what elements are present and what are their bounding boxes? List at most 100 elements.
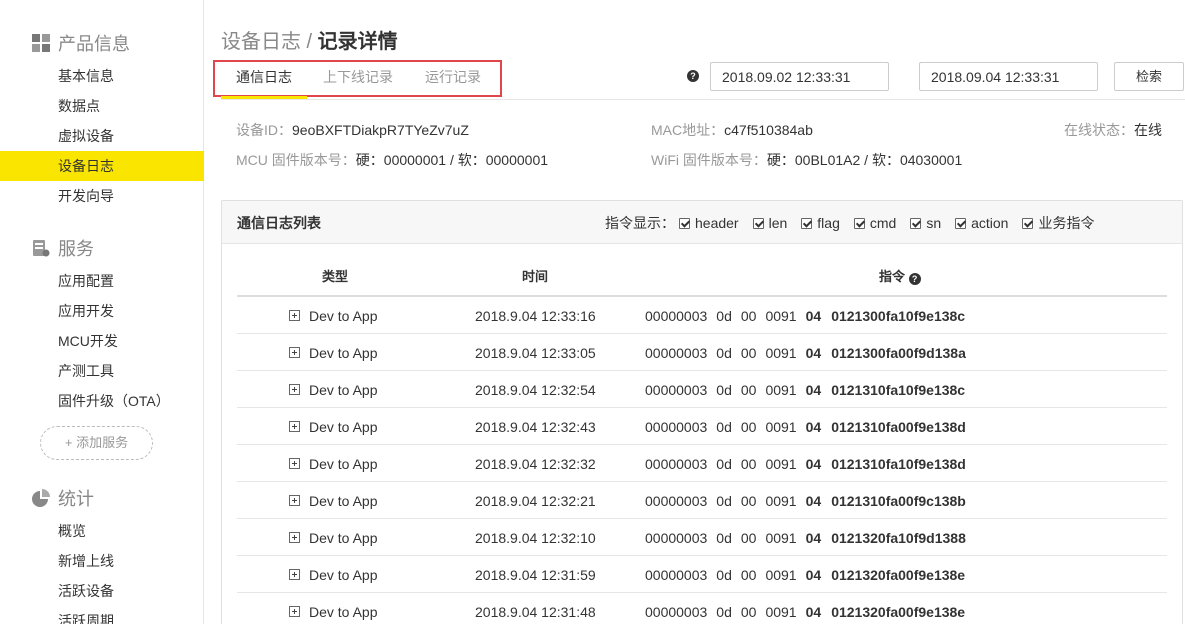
sidebar-item-datapoints[interactable]: 数据点: [0, 91, 204, 121]
page-title: 设备日志 / 记录详情: [221, 28, 398, 56]
expand-icon[interactable]: [289, 569, 300, 580]
sidebar-section-service: 服务: [32, 236, 94, 260]
table-row: Dev to App 2018.9.04 12:31:48 00000003 0d 00…: [237, 593, 1167, 624]
filter-option-label: len: [768, 215, 788, 231]
row-type: Dev to App: [309, 530, 378, 546]
row-command: 00000003 0d 00 0091 04 0121300fa10f9e138c: [645, 307, 975, 325]
cmd-len: 0d: [716, 567, 732, 583]
cmd-code: 0091: [765, 530, 797, 546]
expand-icon[interactable]: [289, 495, 300, 506]
row-command: 00000003 0d 00 0091 04 0121310fa10f9e138c: [645, 381, 975, 399]
mac-address: MAC地址：c47f510384ab: [651, 120, 813, 140]
column-header-type: 类型: [322, 269, 349, 284]
filter-action-checkbox[interactable]: action: [955, 215, 1008, 231]
filter-cmd-checkbox[interactable]: cmd: [853, 215, 896, 231]
sidebar-item-active-cycle[interactable]: 活跃周期: [0, 606, 204, 624]
table-row: Dev to App 2018.9.04 12:32:21 00000003 0d 00…: [237, 482, 1167, 519]
sidebar-item-device-log[interactable]: 设备日志: [0, 151, 204, 181]
row-time: 2018.9.04 12:32:43: [475, 419, 596, 435]
expand-icon[interactable]: [289, 347, 300, 358]
cmd-action: 04: [805, 382, 822, 398]
cmd-action: 04: [805, 567, 822, 583]
row-command: 00000003 0d 00 0091 04 0121320fa10f9d1388: [645, 529, 976, 547]
cmd-header: 00000003: [645, 530, 708, 546]
grid-icon: [32, 34, 50, 52]
tab-online-offline[interactable]: 上下线记录: [323, 67, 393, 87]
sidebar-item-active-devices[interactable]: 活跃设备: [0, 576, 204, 606]
row-time: 2018.9.04 12:33:05: [475, 345, 596, 361]
cmd-action: 04: [805, 456, 822, 472]
cmd-header: 00000003: [645, 345, 708, 361]
sidebar-item-overview[interactable]: 概览: [0, 516, 204, 546]
sidebar-item-ota[interactable]: 固件升级（OTA）: [0, 386, 204, 416]
checkbox-checked-icon: [910, 217, 922, 229]
tab-comm-log[interactable]: 通信日志: [236, 67, 292, 87]
sidebar-item-dev-guide[interactable]: 开发向导: [0, 181, 204, 211]
sidebar-item-test-tools[interactable]: 产测工具: [0, 356, 204, 386]
cmd-payload: 0121300fa00f9d138a: [831, 345, 966, 361]
end-date-input[interactable]: [919, 62, 1098, 91]
cmd-flag: 00: [740, 604, 757, 620]
sidebar-item-app-dev[interactable]: 应用开发: [0, 296, 204, 326]
cmd-len: 0d: [716, 493, 732, 509]
row-type: Dev to App: [309, 456, 378, 472]
tab-run-log[interactable]: 运行记录: [425, 67, 481, 87]
expand-icon[interactable]: [289, 606, 300, 617]
expand-icon[interactable]: [289, 532, 300, 543]
online-status: 在线状态：在线: [1064, 120, 1162, 140]
breadcrumb-parent[interactable]: 设备日志: [221, 31, 301, 53]
cmd-header: 00000003: [645, 419, 708, 435]
cmd-code: 0091: [765, 456, 797, 472]
filter-header-checkbox[interactable]: header: [679, 215, 739, 231]
row-type: Dev to App: [309, 345, 378, 361]
expand-icon[interactable]: [289, 310, 300, 321]
cmd-code: 0091: [765, 604, 797, 620]
filter-option-label: action: [971, 215, 1009, 231]
wifi-label: WiFi 固件版本号：: [651, 152, 767, 168]
filter-len-checkbox[interactable]: len: [752, 215, 788, 231]
sidebar-item-mcu-dev[interactable]: MCU开发: [0, 326, 204, 356]
sidebar-item-basic-info[interactable]: 基本信息: [0, 61, 204, 91]
cmd-len: 0d: [716, 419, 732, 435]
cmd-len: 0d: [716, 604, 732, 620]
search-button[interactable]: 检索: [1114, 62, 1184, 91]
wifi-value: 硬：00BL01A2 / 软：04030001: [766, 152, 963, 168]
cmd-code: 0091: [765, 493, 797, 509]
mac-label: MAC地址：: [651, 122, 725, 138]
row-time: 2018.9.04 12:32:21: [475, 493, 596, 509]
column-header-time: 时间: [522, 269, 549, 284]
help-icon[interactable]: ?: [687, 70, 699, 82]
help-icon[interactable]: ?: [908, 273, 921, 285]
mcu-label: MCU 固件版本号：: [236, 152, 356, 168]
sidebar-item-virtual-device[interactable]: 虚拟设备: [0, 121, 204, 151]
cmd-payload: 0121310fa00f9c138b: [831, 493, 966, 509]
cmd-len: 0d: [716, 456, 732, 472]
row-type: Dev to App: [309, 308, 378, 324]
expand-icon[interactable]: [289, 458, 300, 469]
column-header-command: 指令 ?: [879, 269, 921, 285]
cmd-header: 00000003: [645, 308, 708, 324]
checkbox-checked-icon: [679, 217, 690, 229]
cmd-flag: 00: [740, 308, 757, 324]
cmd-flag: 00: [740, 530, 757, 546]
table-row: Dev to App 2018.9.04 12:31:59 00000003 0d 00…: [237, 556, 1167, 593]
filter-option-label: 业务指令: [1038, 215, 1095, 231]
add-service-button[interactable]: + 添加服务: [40, 426, 153, 460]
filter-business-checkbox[interactable]: 业务指令: [1022, 213, 1094, 233]
sidebar-item-app-config[interactable]: 应用配置: [0, 266, 204, 296]
checkbox-checked-icon: [853, 217, 865, 229]
filter-sn-checkbox[interactable]: sn: [910, 215, 941, 231]
expand-icon[interactable]: [289, 421, 300, 432]
cmd-flag: 00: [740, 419, 757, 435]
device-id: 设备ID：9eoBXFTDiakpR7TYeZv7uZ: [236, 120, 469, 140]
status-label: 在线状态：: [1064, 122, 1134, 138]
cmd-len: 0d: [716, 530, 732, 546]
command-filters: 指令显示： header len flag cmd sn action 业务指令: [605, 213, 1108, 233]
row-time: 2018.9.04 12:32:10: [475, 530, 596, 546]
sidebar-item-new-online[interactable]: 新增上线: [0, 546, 204, 576]
cmd-flag: 00: [740, 567, 757, 583]
expand-icon[interactable]: [289, 384, 300, 395]
start-date-input[interactable]: [710, 62, 889, 91]
filter-flag-checkbox[interactable]: flag: [801, 215, 840, 231]
table-row: Dev to App 2018.9.04 12:33:05 00000003 0d 00…: [237, 334, 1167, 371]
